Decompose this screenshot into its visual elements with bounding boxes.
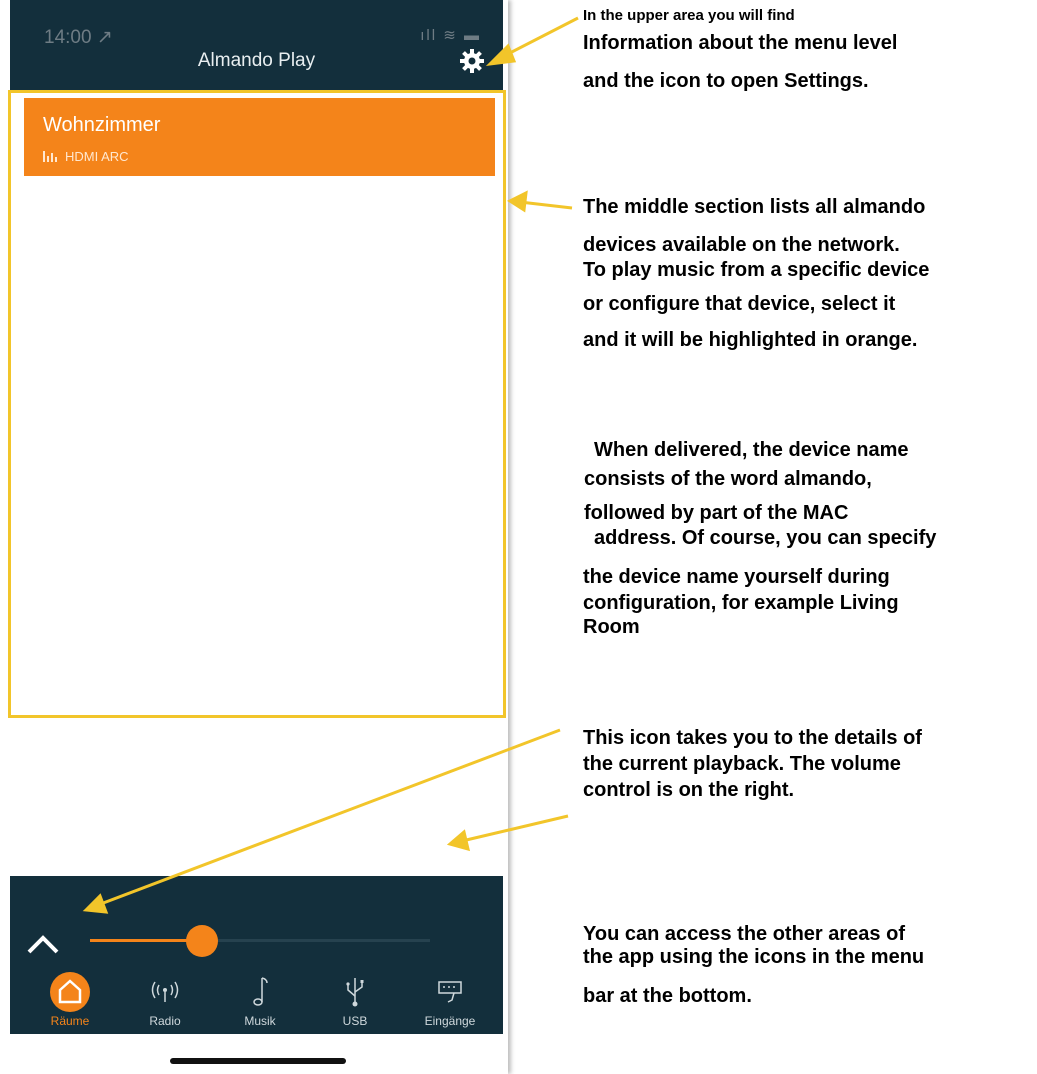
status-icons: ıll ≋ ▬ xyxy=(420,27,481,44)
annotation-name-line2: consists of the word almando, xyxy=(584,468,872,490)
music-note-icon xyxy=(253,977,268,1006)
device-name: Wohnzimmer xyxy=(43,114,161,136)
tab-usb[interactable]: USB xyxy=(312,972,398,1034)
annotation-icon-line3: control is on the right. xyxy=(583,779,795,801)
inputs-icon xyxy=(438,981,462,1003)
annotation-top-line2: and the icon to open Settings. xyxy=(583,70,869,92)
chevron-up-icon[interactable] xyxy=(26,932,60,956)
tab-label: Radio xyxy=(149,1014,181,1028)
device-source-label: HDMI ARC xyxy=(65,149,129,164)
settings-gear-icon[interactable] xyxy=(459,48,485,74)
tab-eingaenge[interactable]: Eingänge xyxy=(407,972,493,1034)
annotation-name-line6: configuration, for example Living xyxy=(583,592,899,614)
annotation-name-line3: followed by part of the MAC xyxy=(584,502,849,524)
tab-musik[interactable]: Musik xyxy=(217,972,303,1034)
annotation-name-line5: the device name yourself during xyxy=(583,566,890,588)
device-list-highlight-frame xyxy=(8,90,506,718)
home-indicator[interactable] xyxy=(170,1058,346,1064)
radio-icon xyxy=(151,981,179,1002)
annotation-top-line1: Information about the menu level xyxy=(583,32,898,54)
annotation-icon-line2: the current playback. The volume xyxy=(583,753,901,775)
tab-raeume[interactable]: Räume xyxy=(27,972,113,1034)
volume-slider-knob[interactable] xyxy=(186,925,219,957)
annotation-name-line1: When delivered, the device name xyxy=(594,439,909,461)
annotation-name-line7: Room xyxy=(583,616,640,638)
annotation-menu-line2: the app using the icons in the menu xyxy=(583,946,925,968)
annotation-middle-line3: To play music from a specific device xyxy=(583,259,930,281)
tab-radio[interactable]: Radio xyxy=(122,972,208,1034)
top-bar: 14:00 ↗ ıll ≋ ▬ Almando Play xyxy=(10,0,503,90)
phone-screen: 14:00 ↗ ıll ≋ ▬ Almando Play Wohnzimmer xyxy=(0,0,508,1074)
annotation-middle-line5: and it will be highlighted in orange. xyxy=(583,329,918,351)
home-icon xyxy=(50,972,90,1012)
annotation-middle-line4: or configure that device, select it xyxy=(583,293,896,315)
page-title: Almando Play xyxy=(197,50,316,71)
annotation-top-small: In the upper area you will find xyxy=(583,7,795,24)
tab-label: Räume xyxy=(50,1014,90,1028)
annotation-menu-line1: You can access the other areas of xyxy=(583,923,905,945)
annotation-middle-line2: devices available on the network. xyxy=(583,234,900,256)
volume-slider[interactable] xyxy=(90,925,430,957)
usb-icon xyxy=(346,978,364,1007)
annotation-menu-line3: bar at the bottom. xyxy=(583,985,752,1007)
annotation-middle-line1: The middle section lists all almando xyxy=(583,196,926,218)
bottom-bar: Räume Radio Musik USB Eingänge xyxy=(10,876,503,1034)
tab-label: USB xyxy=(342,1014,368,1028)
device-item-wohnzimmer[interactable]: Wohnzimmer HDMI ARC xyxy=(24,98,495,176)
status-time: 14:00 ↗ xyxy=(44,27,113,48)
tab-label: Eingänge xyxy=(424,1014,476,1028)
annotation-icon-line1: This icon takes you to the details of xyxy=(583,727,922,749)
device-source: HDMI ARC xyxy=(43,149,129,164)
equalizer-bars-icon xyxy=(43,151,57,162)
tab-label: Musik xyxy=(244,1014,276,1028)
annotation-name-line4: address. Of course, you can specify xyxy=(594,527,937,549)
